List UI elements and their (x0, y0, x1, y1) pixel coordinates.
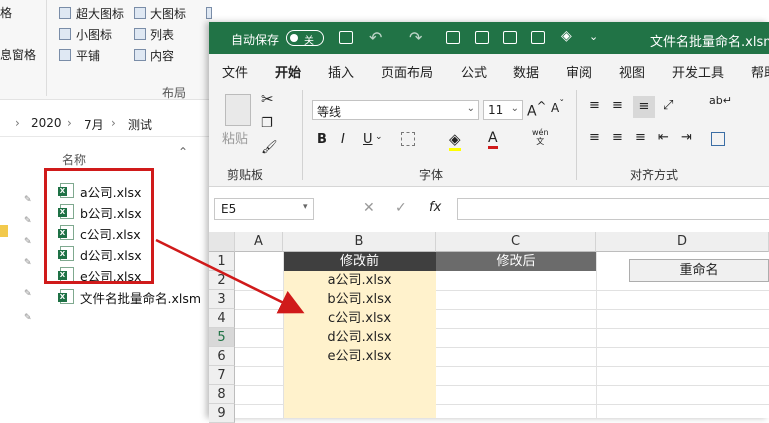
red-arrow (155, 238, 305, 314)
